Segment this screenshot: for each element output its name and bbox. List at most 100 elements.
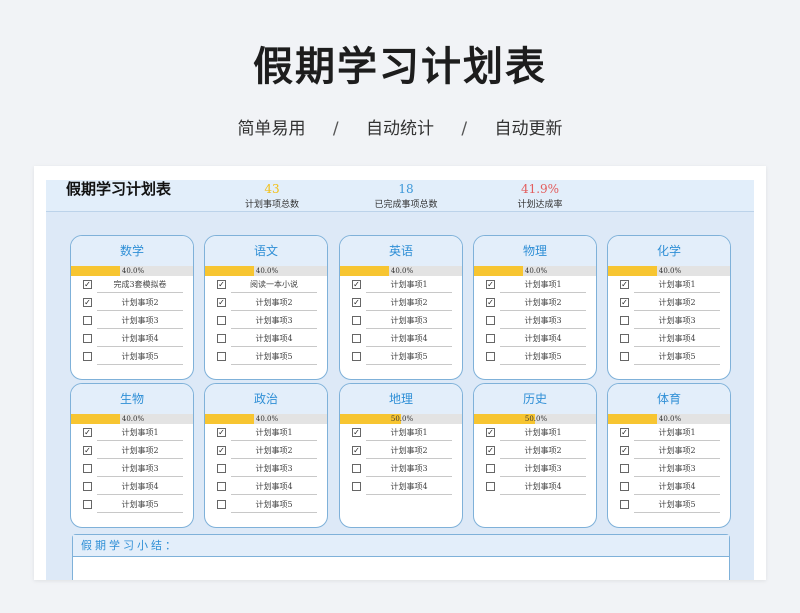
task-text[interactable]: 计划事项2: [634, 294, 720, 311]
checkbox-unchecked[interactable]: [352, 316, 361, 325]
task-text[interactable]: 计划事项1: [231, 424, 317, 441]
checkbox-checked[interactable]: ✓: [83, 428, 92, 437]
subject-name: 生物: [71, 384, 193, 414]
checkbox-unchecked[interactable]: [217, 464, 226, 473]
checkbox-unchecked[interactable]: [352, 352, 361, 361]
checkbox-checked[interactable]: ✓: [352, 428, 361, 437]
task-text[interactable]: 计划事项5: [97, 496, 183, 513]
task-text[interactable]: 计划事项5: [500, 348, 586, 365]
checkbox-checked[interactable]: ✓: [620, 280, 629, 289]
task-text[interactable]: 计划事项3: [97, 460, 183, 477]
checkbox-unchecked[interactable]: [620, 334, 629, 343]
checkbox-checked[interactable]: ✓: [217, 298, 226, 307]
checkbox-checked[interactable]: ✓: [83, 446, 92, 455]
task-text[interactable]: 计划事项5: [231, 496, 317, 513]
task-text[interactable]: 计划事项4: [366, 478, 452, 495]
task-text[interactable]: 计划事项2: [97, 294, 183, 311]
checkbox-unchecked[interactable]: [486, 334, 495, 343]
task-text[interactable]: 计划事项3: [500, 312, 586, 329]
checkbox-unchecked[interactable]: [620, 352, 629, 361]
checkbox-unchecked[interactable]: [83, 464, 92, 473]
checkbox-unchecked[interactable]: [217, 482, 226, 491]
task-text[interactable]: 计划事项4: [500, 478, 586, 495]
task-text[interactable]: 计划事项2: [500, 294, 586, 311]
task-text[interactable]: 计划事项1: [366, 424, 452, 441]
task-text[interactable]: 计划事项3: [366, 460, 452, 477]
checkbox-unchecked[interactable]: [486, 482, 495, 491]
checkbox-checked[interactable]: ✓: [352, 446, 361, 455]
task-text[interactable]: 计划事项2: [231, 442, 317, 459]
task-text[interactable]: 计划事项4: [231, 478, 317, 495]
task-text[interactable]: 计划事项4: [231, 330, 317, 347]
checkbox-unchecked[interactable]: [486, 352, 495, 361]
task-text[interactable]: 计划事项4: [500, 330, 586, 347]
checkbox-checked[interactable]: ✓: [486, 446, 495, 455]
task-text[interactable]: 计划事项3: [231, 312, 317, 329]
task-text[interactable]: 计划事项1: [634, 276, 720, 293]
checkbox-unchecked[interactable]: [217, 334, 226, 343]
hero-title: 假期学习计划表: [253, 44, 547, 90]
task-text[interactable]: 计划事项5: [231, 348, 317, 365]
checkbox-checked[interactable]: ✓: [83, 298, 92, 307]
task-text[interactable]: 计划事项3: [366, 312, 452, 329]
checkbox-checked[interactable]: ✓: [486, 298, 495, 307]
checkbox-checked[interactable]: ✓: [352, 298, 361, 307]
task-text[interactable]: 计划事项1: [366, 276, 452, 293]
task-text[interactable]: 计划事项3: [231, 460, 317, 477]
task-text[interactable]: 计划事项4: [97, 478, 183, 495]
subject-name: 物理: [474, 236, 596, 266]
checkbox-unchecked[interactable]: [486, 316, 495, 325]
checkbox-checked[interactable]: ✓: [217, 280, 226, 289]
task-text[interactable]: 计划事项3: [634, 460, 720, 477]
checkbox-unchecked[interactable]: [217, 352, 226, 361]
checkbox-unchecked[interactable]: [83, 316, 92, 325]
checkbox-checked[interactable]: ✓: [620, 298, 629, 307]
task-text[interactable]: 计划事项1: [500, 424, 586, 441]
checkbox-checked[interactable]: ✓: [217, 446, 226, 455]
checkbox-checked[interactable]: ✓: [486, 428, 495, 437]
task-text[interactable]: 计划事项4: [366, 330, 452, 347]
task-text[interactable]: 计划事项3: [500, 460, 586, 477]
checkbox-unchecked[interactable]: [217, 316, 226, 325]
checkbox-unchecked[interactable]: [620, 500, 629, 509]
task-text[interactable]: 计划事项3: [634, 312, 720, 329]
checkbox-unchecked[interactable]: [620, 464, 629, 473]
task-text[interactable]: 计划事项1: [97, 424, 183, 441]
checkbox-unchecked[interactable]: [83, 334, 92, 343]
task-text[interactable]: 计划事项5: [634, 348, 720, 365]
task-text[interactable]: 完成3套模拟卷: [97, 276, 183, 293]
task-text[interactable]: 计划事项5: [366, 348, 452, 365]
task-text[interactable]: 计划事项1: [500, 276, 586, 293]
checkbox-unchecked[interactable]: [83, 500, 92, 509]
checkbox-unchecked[interactable]: [352, 482, 361, 491]
task-text[interactable]: 计划事项4: [634, 478, 720, 495]
checkbox-checked[interactable]: ✓: [352, 280, 361, 289]
checkbox-unchecked[interactable]: [486, 464, 495, 473]
checkbox-unchecked[interactable]: [83, 482, 92, 491]
task-text[interactable]: 计划事项1: [634, 424, 720, 441]
task-text[interactable]: 计划事项5: [634, 496, 720, 513]
task-text[interactable]: 计划事项4: [97, 330, 183, 347]
task-text[interactable]: 计划事项2: [366, 442, 452, 459]
checkbox-unchecked[interactable]: [217, 500, 226, 509]
task-text[interactable]: 计划事项2: [366, 294, 452, 311]
checkbox-unchecked[interactable]: [83, 352, 92, 361]
task-text[interactable]: 计划事项2: [500, 442, 586, 459]
task-text[interactable]: 计划事项5: [97, 348, 183, 365]
checkbox-checked[interactable]: ✓: [620, 446, 629, 455]
checkbox-unchecked[interactable]: [620, 482, 629, 491]
checkbox-checked[interactable]: ✓: [217, 428, 226, 437]
task-text[interactable]: 计划事项2: [231, 294, 317, 311]
checkbox-checked[interactable]: ✓: [83, 280, 92, 289]
checkbox-checked[interactable]: ✓: [486, 280, 495, 289]
checkbox-unchecked[interactable]: [352, 464, 361, 473]
task-text[interactable]: 计划事项2: [634, 442, 720, 459]
task-text[interactable]: 计划事项2: [97, 442, 183, 459]
task-text[interactable]: 阅读一本小说: [231, 276, 317, 293]
checkbox-checked[interactable]: ✓: [620, 428, 629, 437]
task-text[interactable]: 计划事项4: [634, 330, 720, 347]
task-text[interactable]: 计划事项3: [97, 312, 183, 329]
summary-box[interactable]: 假期学习小结：: [72, 534, 730, 580]
checkbox-unchecked[interactable]: [620, 316, 629, 325]
checkbox-unchecked[interactable]: [352, 334, 361, 343]
